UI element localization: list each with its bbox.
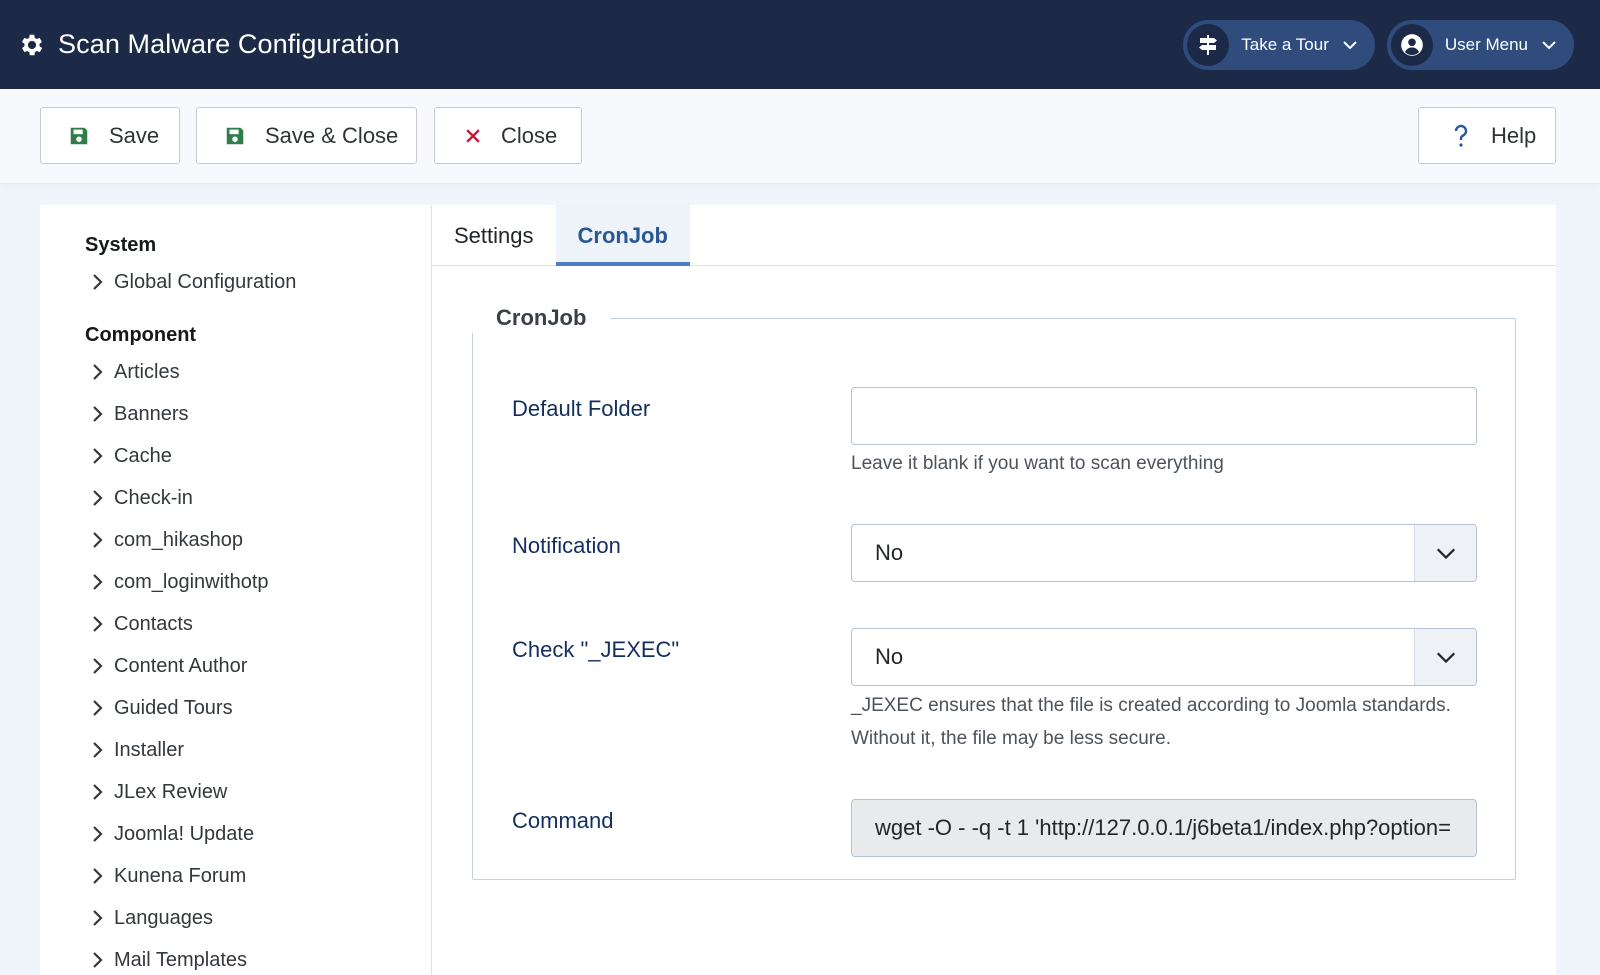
content-area: Settings CronJob CronJob Default Folder … xyxy=(432,205,1556,975)
close-label: Close xyxy=(501,122,558,148)
help-label: Help xyxy=(1491,122,1537,148)
sidebar-item-jlex-review[interactable]: JLex Review xyxy=(40,771,431,813)
question-icon xyxy=(1449,124,1473,148)
command-label: Command xyxy=(512,808,614,833)
chevron-right-icon xyxy=(92,273,104,291)
app-header: Scan Malware Configuration Take a Tour U… xyxy=(0,0,1600,89)
chevron-right-icon xyxy=(92,405,104,423)
notification-value: No xyxy=(875,540,904,565)
notification-select[interactable]: No xyxy=(851,524,1477,582)
sidebar-item-installer[interactable]: Installer xyxy=(40,729,431,771)
default-folder-hint: Leave it blank if you want to scan every… xyxy=(851,453,1224,474)
save-label: Save xyxy=(109,122,160,148)
sidebar-item-label: Contacts xyxy=(114,612,193,635)
toolbar: Save Save & Close Close Help xyxy=(0,89,1600,184)
main-card: System Global Configuration Component Ar… xyxy=(40,205,1556,975)
tab-bar: Settings CronJob xyxy=(432,205,1556,266)
sidebar-item-label: Guided Tours xyxy=(114,696,233,719)
sidebar-item-com-hikashop[interactable]: com_hikashop xyxy=(40,519,431,561)
sidebar-item-mail-templates[interactable]: Mail Templates xyxy=(40,939,431,975)
sidebar-item-articles[interactable]: Articles xyxy=(40,351,431,393)
sidebar-item-label: Languages xyxy=(114,906,213,929)
chevron-down-icon xyxy=(1414,525,1476,581)
floppy-disk-icon xyxy=(67,124,91,148)
page-title: Scan Malware Configuration xyxy=(58,29,400,59)
sidebar: System Global Configuration Component Ar… xyxy=(40,205,432,975)
tab-cronjob[interactable]: CronJob xyxy=(555,205,690,266)
sidebar-item-label: Mail Templates xyxy=(114,948,248,971)
sidebar-item-check-in[interactable]: Check-in xyxy=(40,477,431,519)
sidebar-item-label: Check-in xyxy=(114,486,193,509)
check-jexec-value: No xyxy=(875,644,904,669)
chevron-down-icon xyxy=(1414,629,1476,685)
chevron-right-icon xyxy=(92,657,104,675)
sidebar-item-label: Global Configuration xyxy=(114,270,297,293)
signpost-icon xyxy=(1187,23,1230,66)
close-button[interactable]: Close xyxy=(434,107,582,164)
sidebar-item-banners[interactable]: Banners xyxy=(40,393,431,435)
chevron-down-icon xyxy=(1341,36,1359,54)
sidebar-item-kunena-forum[interactable]: Kunena Forum xyxy=(40,855,431,897)
x-icon xyxy=(461,124,485,148)
user-circle-icon xyxy=(1390,23,1433,66)
chevron-down-icon xyxy=(1540,36,1558,54)
sidebar-item-label: Cache xyxy=(114,444,172,467)
sidebar-item-label: Banners xyxy=(114,402,189,425)
chevron-right-icon xyxy=(92,783,104,801)
check-jexec-hint-line2: Without it, the file may be less secure. xyxy=(851,728,1171,749)
sidebar-item-global-configuration[interactable]: Global Configuration xyxy=(40,261,431,303)
check-jexec-hint: _JEXEC ensures that the file is created … xyxy=(851,689,1491,755)
chevron-right-icon xyxy=(92,573,104,591)
chevron-right-icon xyxy=(92,615,104,633)
save-button[interactable]: Save xyxy=(40,107,180,164)
chevron-right-icon xyxy=(92,825,104,843)
save-and-close-label: Save & Close xyxy=(265,122,399,148)
user-menu-label: User Menu xyxy=(1444,34,1528,54)
sidebar-item-com-loginwithotp[interactable]: com_loginwithotp xyxy=(40,561,431,603)
sidebar-item-label: Content Author xyxy=(114,654,248,677)
take-a-tour-button[interactable]: Take a Tour xyxy=(1183,19,1375,70)
sidebar-heading-component: Component xyxy=(85,323,197,346)
sidebar-item-contacts[interactable]: Contacts xyxy=(40,603,431,645)
take-a-tour-label: Take a Tour xyxy=(1241,34,1329,54)
sidebar-item-label: com_loginwithotp xyxy=(114,570,269,593)
chevron-right-icon xyxy=(92,699,104,717)
sidebar-item-label: com_hikashop xyxy=(114,528,243,551)
default-folder-label: Default Folder xyxy=(512,396,651,421)
sidebar-item-label: Kunena Forum xyxy=(114,864,247,887)
sidebar-item-cache[interactable]: Cache xyxy=(40,435,431,477)
save-and-close-button[interactable]: Save & Close xyxy=(196,107,417,164)
user-menu-button[interactable]: User Menu xyxy=(1386,19,1574,70)
tab-settings[interactable]: Settings xyxy=(432,205,556,266)
chevron-right-icon xyxy=(92,909,104,927)
sidebar-item-label: Joomla! Update xyxy=(114,822,255,845)
chevron-right-icon xyxy=(92,447,104,465)
check-jexec-select[interactable]: No xyxy=(851,628,1477,686)
check-jexec-hint-line1: _JEXEC ensures that the file is created … xyxy=(851,695,1451,716)
sidebar-item-label: Installer xyxy=(114,738,185,761)
chevron-right-icon xyxy=(92,741,104,759)
chevron-right-icon xyxy=(92,531,104,549)
sidebar-item-guided-tours[interactable]: Guided Tours xyxy=(40,687,431,729)
chevron-right-icon xyxy=(92,867,104,885)
sidebar-heading-system: System xyxy=(85,233,157,256)
sidebar-item-languages[interactable]: Languages xyxy=(40,897,431,939)
help-button[interactable]: Help xyxy=(1418,107,1556,164)
sidebar-item-content-author[interactable]: Content Author xyxy=(40,645,431,687)
chevron-right-icon xyxy=(92,363,104,381)
command-input[interactable]: wget -O - -q -t 1 'http://127.0.0.1/j6be… xyxy=(851,799,1477,857)
gear-icon xyxy=(18,31,46,59)
sidebar-item-label: JLex Review xyxy=(114,780,228,803)
check-jexec-label: Check "_JEXEC" xyxy=(512,637,680,662)
sidebar-item-label: Articles xyxy=(114,360,180,383)
sidebar-item-joomla-update[interactable]: Joomla! Update xyxy=(40,813,431,855)
notification-label: Notification xyxy=(512,533,621,558)
fieldset-legend: CronJob xyxy=(472,303,611,333)
chevron-right-icon xyxy=(92,951,104,969)
chevron-right-icon xyxy=(92,489,104,507)
default-folder-input[interactable] xyxy=(851,387,1477,445)
floppy-disk-icon xyxy=(223,124,247,148)
